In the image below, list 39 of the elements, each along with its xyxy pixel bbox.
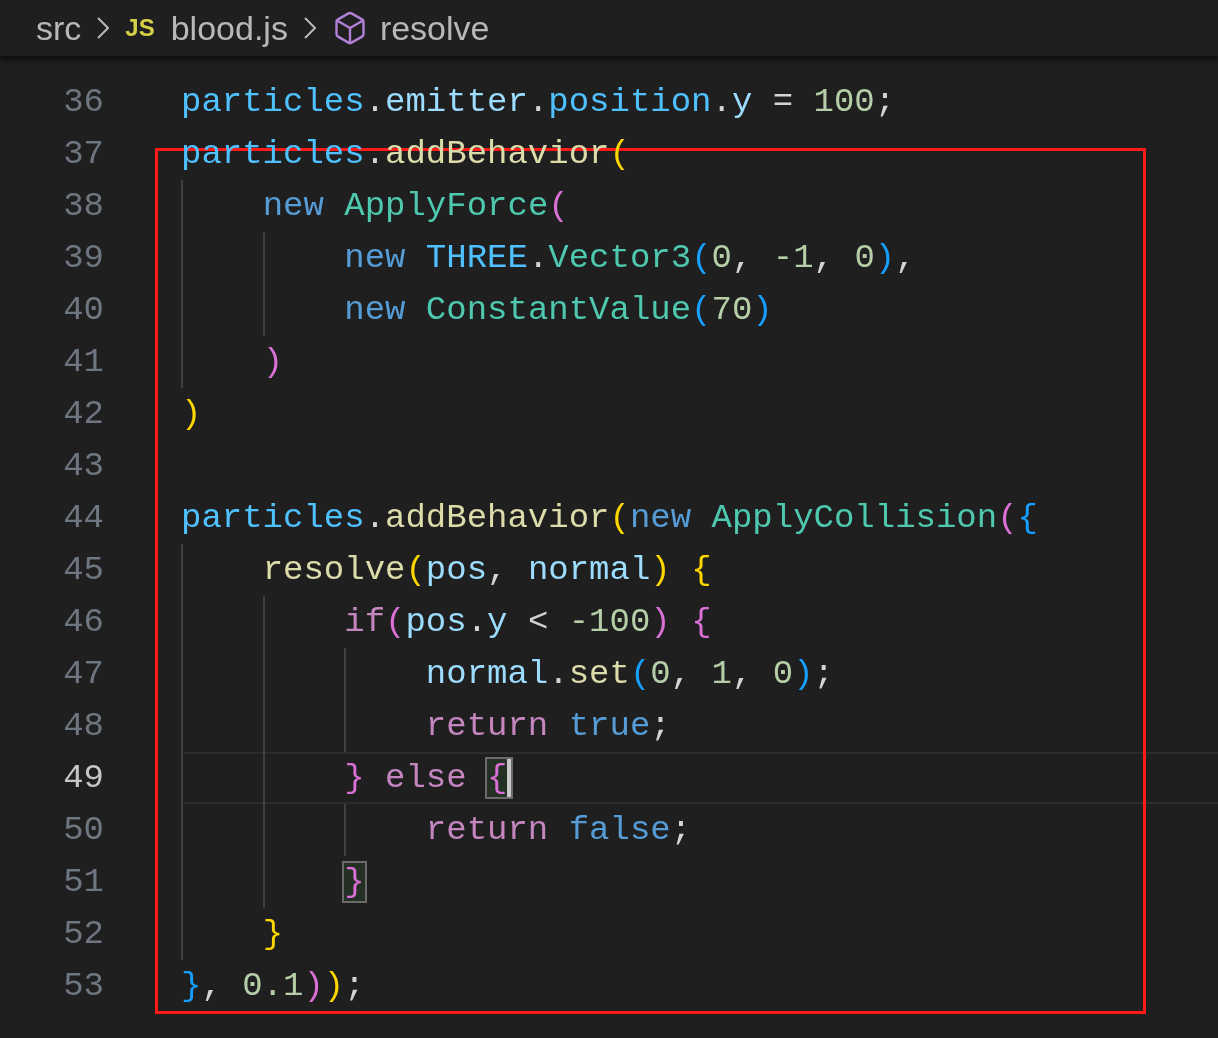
line-number: 45: [62, 549, 104, 591]
line-number: 50: [62, 809, 104, 851]
line-number: 37: [62, 133, 104, 175]
line-number: 42: [62, 393, 104, 435]
code-line: particles.emitter.position.y = 100;: [181, 81, 896, 123]
line-number: 40: [62, 289, 104, 331]
line-number: 44: [62, 497, 104, 539]
line-number: 47: [62, 653, 104, 695]
line-number: 49: [62, 757, 104, 799]
line-number: 48: [62, 705, 104, 747]
line-number: 36: [62, 81, 104, 123]
code-line: new ApplyForce(: [261, 185, 569, 227]
code-line: } else {: [181, 752, 512, 804]
code-line: }, 0.1));: [181, 965, 365, 1007]
breadcrumb-label[interactable]: resolve: [379, 2, 490, 54]
code-line: return true;: [424, 705, 671, 747]
code-line: }: [261, 913, 284, 955]
breadcrumb-label[interactable]: src: [36, 2, 82, 54]
line-number: 38: [62, 185, 104, 227]
code-line: return false;: [424, 809, 692, 851]
line-number: 53: [62, 965, 104, 1007]
code-line: resolve(pos, normal) {: [261, 549, 712, 591]
line-number: 52: [62, 913, 104, 955]
line-number: 46: [62, 601, 104, 643]
code-line: particles.addBehavior(new ApplyCollision({: [181, 497, 1038, 539]
code-line: ): [261, 341, 284, 383]
javascript-file-icon: JS: [125, 16, 155, 40]
code-line: new ConstantValue(70): [343, 289, 773, 331]
chevron-right-icon: [303, 17, 316, 39]
line-number: 51: [62, 861, 104, 903]
code-line: ): [181, 393, 202, 435]
line-number: 39: [62, 237, 104, 279]
code-line: if(pos.y < -100) {: [343, 601, 712, 643]
line-number: 41: [62, 341, 104, 383]
breadcrumb-label[interactable]: blood.js: [170, 2, 288, 54]
chevron-right-icon: [97, 17, 110, 39]
code-line: normal.set(0, 1, 0);: [424, 653, 834, 695]
code-line: new THREE.Vector3(0, -1, 0),: [343, 237, 916, 279]
line-number: 43: [62, 445, 104, 487]
